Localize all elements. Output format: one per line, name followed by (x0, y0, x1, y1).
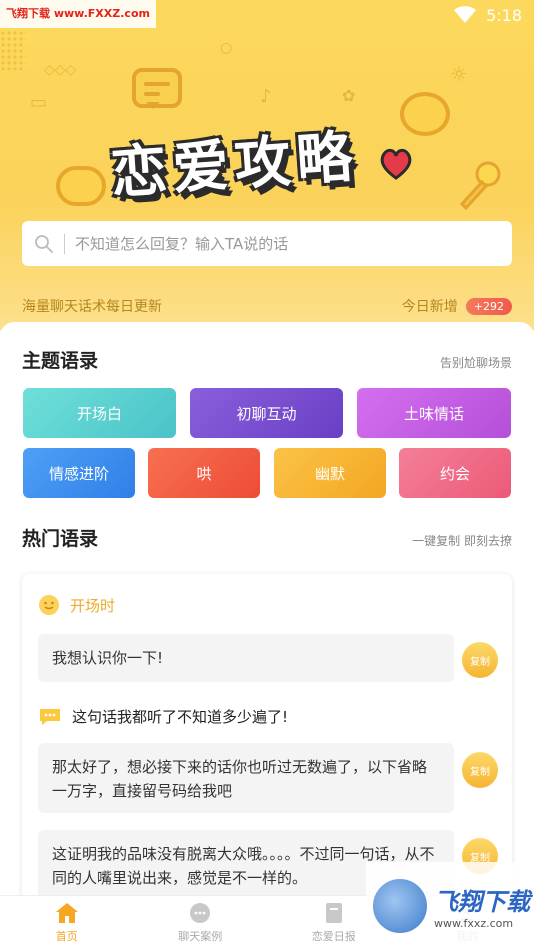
circle-decoration: ○ (220, 40, 233, 56)
copy-button[interactable]: 复制 (462, 752, 498, 788)
category-label: 初聊互动 (236, 404, 297, 423)
chat-small-icon: ▭ (30, 92, 48, 113)
topics-header: 主题语录 告别尬聊场景 (22, 346, 512, 373)
category-cheesy-lines[interactable]: 土味情话 (357, 388, 511, 438)
nav-label: 聊天案例 (178, 929, 223, 943)
scene-row: 开场时 (38, 594, 115, 616)
daily-icon (325, 902, 342, 923)
header-banner: ◇◇◇ ○ ♪ ☼ ▭ ✿ 恋爱攻略 (0, 0, 534, 330)
category-dating[interactable]: 约会 (399, 448, 511, 498)
topics-title: 主题语录 (22, 350, 99, 372)
nav-chat-cases[interactable]: 聊天案例 (134, 896, 268, 949)
wifi-icon (454, 6, 477, 23)
smile-icon (39, 595, 59, 615)
site-watermark: 飞翔下载 www.FXXZ.com (0, 0, 156, 28)
today-new-label: 今日新增 (401, 299, 458, 315)
home-icon (55, 902, 78, 923)
category-emotional-advance[interactable]: 情感进阶 (23, 448, 135, 498)
watermark-en: www.fxxz.com (434, 916, 514, 930)
category-coax[interactable]: 哄 (148, 448, 260, 498)
chat-face-icon (56, 166, 106, 206)
heart-icon (380, 148, 412, 180)
category-first-chat[interactable]: 初聊互动 (190, 388, 343, 438)
sun-icon: ☼ (450, 62, 468, 86)
chat-bubble-icon (40, 708, 60, 725)
scene-label: 开场时 (70, 596, 116, 615)
watermark-cn: 飞翔下载 (434, 887, 530, 916)
category-label: 开场白 (76, 404, 122, 423)
category-humor[interactable]: 幽默 (274, 448, 386, 498)
nav-label: 恋爱日报 (311, 929, 356, 943)
popular-subtitle: 一键复制 即刻去撩 (412, 534, 512, 548)
microphone-icon (459, 161, 501, 211)
nav-home[interactable]: 首页 (0, 896, 134, 949)
quote-message: 我想认识你一下! (38, 634, 454, 682)
today-new-count-badge: +292 (465, 297, 512, 315)
question-text: 这句话我都听了不知道多少遍了! (72, 708, 289, 726)
category-label: 情感进阶 (48, 464, 109, 483)
chat-case-icon (190, 902, 211, 923)
category-label: 幽默 (314, 464, 345, 483)
category-label: 土味情话 (403, 404, 464, 423)
today-new-indicator[interactable]: 今日新增 +292 (402, 296, 512, 316)
update-bar: 海量聊天话术每日更新 今日新增 +292 (0, 286, 534, 326)
dot-pattern-decoration (0, 30, 26, 70)
search-input[interactable] (75, 234, 475, 253)
diamond-decoration: ◇◇◇ (44, 62, 77, 78)
update-text: 海量聊天话术每日更新 (22, 299, 162, 315)
search-icon (35, 234, 53, 253)
banner-title: 恋爱攻略 (108, 124, 361, 207)
category-label: 哄 (196, 464, 212, 483)
music-note-icon: ♪ (260, 86, 272, 107)
nav-label: 首页 (55, 929, 78, 943)
status-time: 5:18 (486, 5, 522, 25)
popular-header: 热门语录 一键复制 即刻去撩 (22, 524, 512, 551)
topics-subtitle[interactable]: 告别尬聊场景 (440, 354, 512, 371)
quote-message: 那太好了，想必接下来的话你也听过无数遍了，以下省略一万字，直接留号码给我吧 (38, 743, 454, 813)
status-bar: 5:18 (454, 4, 522, 26)
corner-watermark: 飞翔下载 www.fxxz.com (366, 862, 534, 949)
popular-title: 热门语录 (22, 528, 99, 550)
flower-icon: ✿ (342, 86, 356, 105)
category-opening-line[interactable]: 开场白 (23, 388, 176, 438)
copy-button[interactable]: 复制 (462, 642, 498, 678)
search-bar[interactable] (22, 221, 512, 266)
search-divider (64, 233, 65, 254)
question-row: 这句话我都听了不知道多少遍了! (38, 706, 288, 727)
speech-bubble-icon (132, 68, 182, 109)
watermark-logo-icon (370, 875, 430, 936)
category-label: 约会 (439, 464, 470, 483)
